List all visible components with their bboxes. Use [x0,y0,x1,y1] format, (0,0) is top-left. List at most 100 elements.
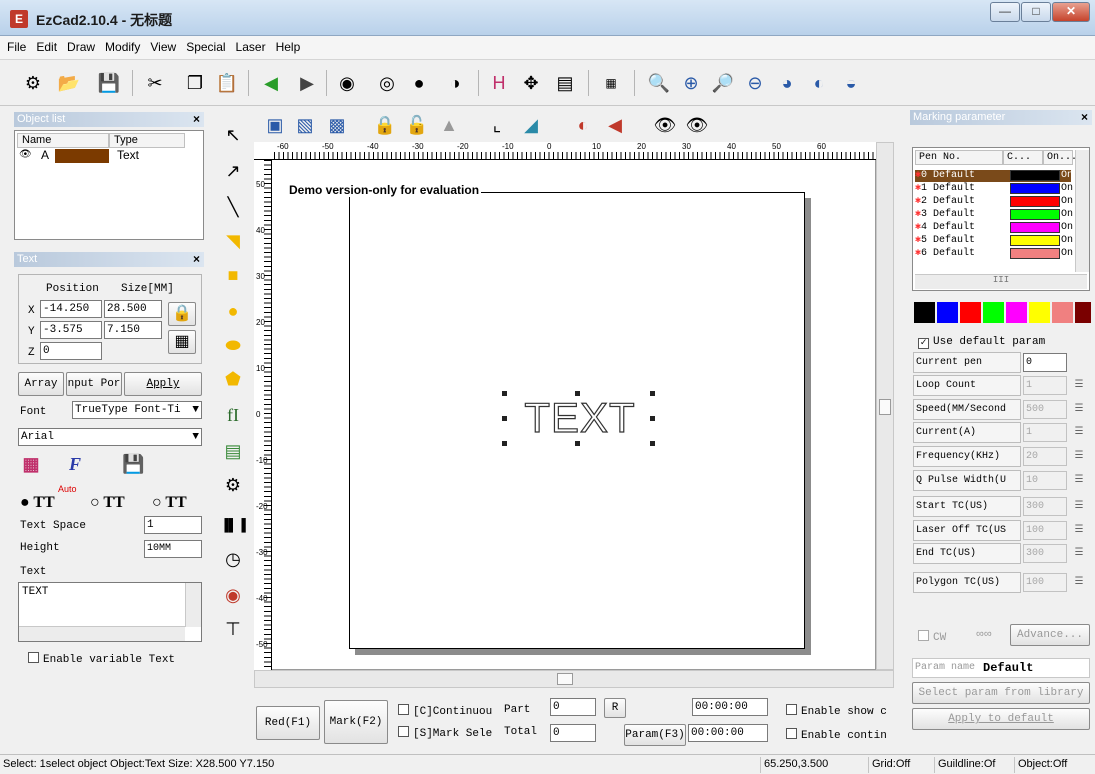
tools-icon[interactable]: ✥ [516,68,546,98]
move-to-icon[interactable]: ◢ [516,110,546,140]
menu-special[interactable]: Special [181,36,230,59]
enable-show-checkbox[interactable]: Enable show c [786,704,887,718]
text-horizontal-scrollbar[interactable] [19,626,185,641]
enable-variable-text-checkbox[interactable]: Enable variable Text [28,652,175,666]
hatch-icon[interactable]: H [484,68,514,98]
zoom-in-icon[interactable]: ⊕ [676,68,706,98]
polygon-tool-icon[interactable]: ⬟ [220,366,246,392]
input-port-button[interactable]: nput Por [66,372,122,396]
pen-row[interactable]: ✱5 Default On [915,235,1073,247]
apply-to-default-button[interactable]: Apply to default [912,708,1090,730]
pen-row[interactable]: ✱1 Default On [915,183,1073,195]
ellipse-tool-icon[interactable]: ⬬ [220,332,246,358]
horizontal-scroll-thumb[interactable] [557,673,573,685]
palette-swatch[interactable] [914,302,935,323]
part-field[interactable]: 0 [550,698,596,716]
pen-row[interactable]: ✱0 Default On [915,170,1073,182]
copy-icon[interactable]: ❐ [180,68,210,98]
zoom-icon[interactable]: 🔍 [644,68,674,98]
hide-icon[interactable]: 👁 [682,110,712,140]
current-spinner[interactable]: ☰ [1070,423,1088,442]
current-field[interactable]: 1 [1023,423,1067,442]
q-pulse-width-field[interactable]: 10 [1023,471,1067,490]
table-row[interactable]: 👁 A Text [17,148,197,164]
loop-count-spinner[interactable]: ☰ [1070,376,1088,395]
total-field[interactable]: 0 [550,724,596,742]
zoom-fit-icon[interactable]: ◕ [772,68,802,98]
vertical-scroll-thumb[interactable] [879,399,891,415]
use-default-param-checkbox[interactable]: ✓ Use default param [918,336,1045,349]
wobble-icon[interactable]: ∞∞ [976,628,992,640]
text-space-field[interactable]: 1 [144,516,202,534]
select-param-library-button[interactable]: Select param from library [912,682,1090,704]
palette-swatch[interactable] [1052,302,1073,323]
forward-icon[interactable]: ▶ [292,68,322,98]
start-tc-spinner[interactable]: ☰ [1070,497,1088,516]
selection-handle[interactable] [575,391,580,396]
folder-open-icon[interactable]: 📂 [54,68,84,98]
menu-file[interactable]: File [2,36,31,59]
text-object[interactable]: TEXT [508,395,652,440]
text-content-input[interactable]: TEXT [18,582,202,642]
pen-table-horizontal-scrollbar[interactable]: III [915,274,1087,289]
enable-continuous-checkbox[interactable]: Enable contin [786,728,887,742]
height-field[interactable]: 10MM [144,540,202,558]
pointer-tool-icon[interactable]: ↖ [220,122,246,148]
advance-button[interactable]: Advance... [1010,624,1090,646]
column-header-pen[interactable]: Pen No. [915,150,1003,165]
menu-draw[interactable]: Draw [62,36,100,59]
palette-swatch[interactable] [960,302,981,323]
maximize-button[interactable]: □ [1021,2,1051,22]
spacing-edge-radio[interactable]: ○ TT [152,494,187,512]
close-window-button[interactable]: ✕ [1052,2,1090,22]
back-icon[interactable]: ◀ [256,68,286,98]
marking-panel-close-icon[interactable]: × [1081,110,1088,125]
menu-modify[interactable]: Modify [100,36,145,59]
cut-icon[interactable]: ✂ [140,68,170,98]
gear-icon[interactable]: ⚙ [18,68,48,98]
width-field[interactable]: 28.500 [104,300,162,318]
grid-position-icon[interactable]: ▦ [168,330,196,354]
param-name-value[interactable]: Default [983,661,1033,675]
save-icon[interactable]: 💾 [94,68,124,98]
spacing-center-radio[interactable]: ○ TT [90,494,125,512]
selection-handle[interactable] [502,441,507,446]
circle-tool-icon[interactable]: ● [220,298,246,324]
frequency-spinner[interactable]: ☰ [1070,447,1088,466]
column-header-color[interactable]: C... [1003,150,1043,165]
polygon-tc-spinner[interactable]: ☰ [1070,573,1088,592]
zoom-all-icon[interactable]: ◐ [804,68,834,98]
speed-spinner[interactable]: ☰ [1070,400,1088,419]
node-break-icon[interactable]: ◑ [440,68,470,98]
y-position-field[interactable]: -3.575 [40,321,102,339]
array-button[interactable]: Array [18,372,64,396]
pen-table-vertical-scrollbar[interactable] [1075,150,1089,272]
column-header-name[interactable]: Name [17,133,109,148]
lock-icon[interactable]: 🔒 [168,302,196,326]
reset-button[interactable]: R [604,698,626,718]
pen-row[interactable]: ✱2 Default On [915,196,1073,208]
text-panel-close-icon[interactable]: × [193,252,200,267]
height-size-field[interactable]: 7.150 [104,321,162,339]
pen-row[interactable]: ✱4 Default On [915,222,1073,234]
loop-count-field[interactable]: 1 [1023,376,1067,395]
node-add-icon[interactable]: ◎ [372,68,402,98]
show-icon[interactable]: 👁 [650,110,680,140]
object-list-close-icon[interactable]: × [193,112,200,127]
pen-row[interactable]: ✱6 Default On [915,248,1073,260]
end-tc-spinner[interactable]: ☰ [1070,544,1088,563]
laser-off-tc-field[interactable]: 100 [1023,521,1067,540]
apply-button[interactable]: Apply [124,372,202,396]
selection-handle[interactable] [502,391,507,396]
lock-object-icon[interactable]: 🔒 [370,110,400,140]
text-tool-icon[interactable]: fI [220,402,246,428]
palette-swatch[interactable] [937,302,958,323]
output-port-tool-icon[interactable]: ⊤ [220,616,246,642]
pen-row[interactable]: ✱3 Default On [915,209,1073,221]
properties-icon[interactable]: ▤ [550,68,580,98]
column-header-type[interactable]: Type [109,133,185,148]
palette-swatch[interactable] [1006,302,1027,323]
x-position-field[interactable]: -14.250 [40,300,102,318]
red-light-button[interactable]: Red(F1) [256,706,320,740]
font-style-icon[interactable]: F [64,454,86,476]
